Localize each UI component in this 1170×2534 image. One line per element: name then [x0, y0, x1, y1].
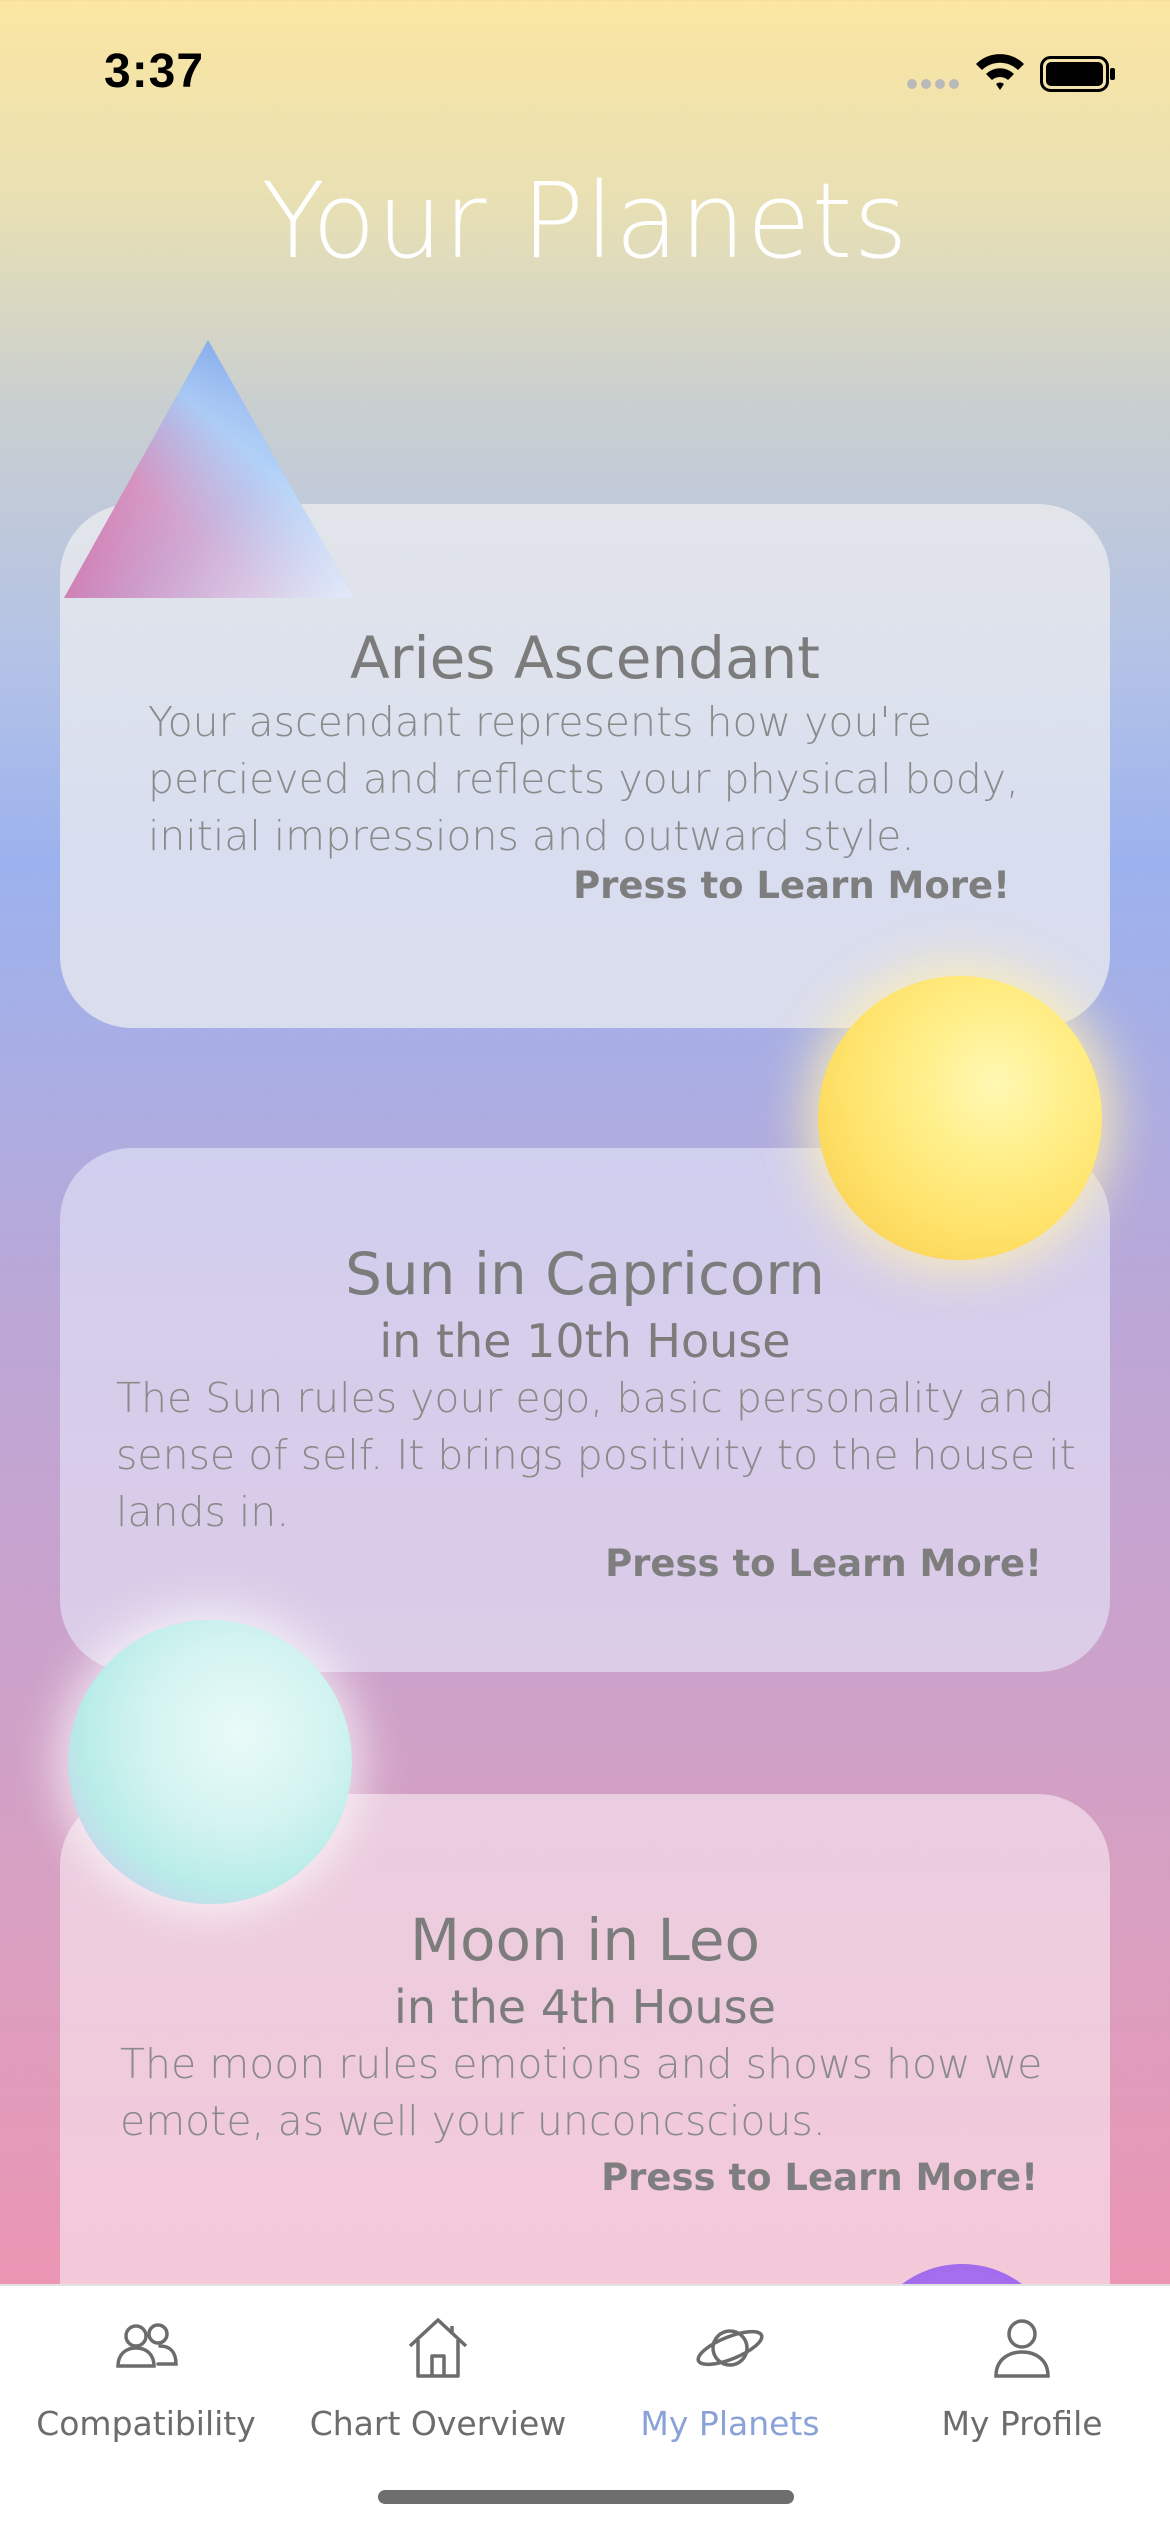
tab-chart-overview[interactable]: Chart Overview — [292, 2286, 584, 2486]
learn-more-link[interactable]: Press to Learn More! — [573, 864, 1010, 907]
card-description: The Sun rules your ego, basic personalit… — [116, 1374, 1076, 1536]
learn-more-link[interactable]: Press to Learn More! — [605, 1542, 1042, 1585]
card-subtitle: in the 10th House — [379, 1314, 791, 1368]
card-subtitle: in the 4th House — [394, 1980, 776, 2034]
tab-label: Compatibility — [36, 2404, 256, 2443]
card-description: Your ascendant represents how you're per… — [148, 698, 1020, 860]
people-icon — [116, 2323, 178, 2368]
sun-orb-icon — [818, 976, 1102, 1260]
person-icon — [994, 2319, 1050, 2378]
tab-compatibility[interactable]: Compatibility — [0, 2286, 292, 2486]
home-indicator[interactable] — [378, 2490, 794, 2504]
page-title: Your Planets — [261, 160, 909, 282]
learn-more-link[interactable]: Press to Learn More! — [601, 2156, 1038, 2199]
battery-icon — [1040, 56, 1115, 92]
tab-label: My Planets — [640, 2404, 820, 2443]
planet-icon — [696, 2329, 764, 2367]
tab-label: My Profile — [941, 2404, 1103, 2443]
tab-my-planets[interactable]: My Planets — [584, 2286, 876, 2486]
status-bar: 3:37 — [0, 0, 1170, 150]
wifi-icon — [976, 54, 1024, 90]
card-description: The moon rules emotions and shows how we… — [120, 2040, 1043, 2145]
cellular-signal-icon — [907, 79, 959, 89]
triangle-icon — [64, 340, 354, 598]
card-title: Aries Ascendant — [349, 624, 821, 692]
tab-my-profile[interactable]: My Profile — [876, 2286, 1168, 2486]
tab-label: Chart Overview — [309, 2404, 567, 2443]
status-time: 3:37 — [104, 45, 205, 98]
moon-orb-icon — [68, 1620, 352, 1904]
card-title: Moon in Leo — [410, 1906, 760, 1974]
home-icon — [408, 2318, 468, 2378]
